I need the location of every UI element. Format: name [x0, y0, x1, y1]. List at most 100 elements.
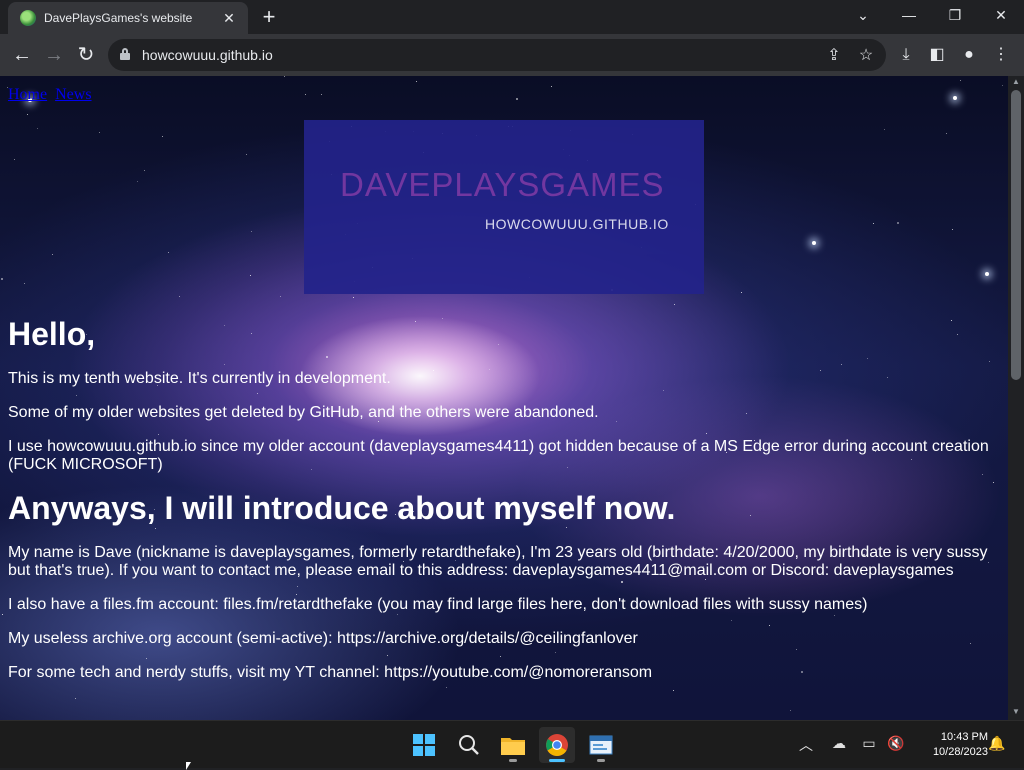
star-dot [960, 80, 961, 81]
scroll-up-icon[interactable]: ▲ [1008, 76, 1024, 88]
lock-icon[interactable] [120, 48, 130, 60]
history-paragraph: Some of my older websites get deleted by… [8, 404, 599, 421]
intro-paragraph: This is my tenth website. It's currently… [8, 370, 391, 387]
site-favicon-icon [20, 10, 36, 26]
back-button[interactable]: ← [10, 43, 34, 67]
star-dot [52, 254, 53, 255]
page-scrollbar[interactable]: ▲ ▼ [1008, 76, 1024, 720]
notepad-icon [589, 735, 613, 755]
star-dot [2, 614, 3, 615]
star-dot [321, 94, 322, 95]
account-paragraph: I use howcowuuu.github.io since my older… [8, 438, 989, 473]
archive-paragraph: My useless archive.org account (semi-act… [8, 630, 638, 647]
address-bar[interactable]: howcowuuu.github.io ⇪ ☆ [108, 39, 886, 71]
share-icon[interactable]: ⇪ [824, 45, 844, 65]
star-dot [137, 181, 138, 182]
star-dot [284, 76, 285, 77]
greeting-heading: Hello, [8, 316, 96, 352]
youtube-paragraph: For some tech and nerdy stuffs, visit my… [8, 664, 653, 681]
star-dot [144, 170, 145, 171]
star-dot [280, 296, 281, 297]
star-dot [741, 292, 742, 293]
site-banner-image: DAVEPLAYSGAMES HOWCOWUUU.GITHUB.IO [304, 120, 704, 294]
menu-kebab-icon[interactable]: ⋮ [990, 44, 1012, 66]
windows-start-icon [413, 734, 435, 756]
tab-search-dropdown-icon[interactable]: ⌄ [840, 0, 886, 30]
clock-time: 10:43 PM [940, 731, 988, 743]
star-dot [251, 231, 252, 232]
star-dot [168, 252, 169, 253]
star-dot [551, 86, 552, 87]
tab-title: DavePlaysGames's website [44, 11, 193, 25]
tab-close-icon[interactable]: ✕ [220, 10, 238, 27]
mouse-cursor-icon [186, 762, 191, 770]
new-tab-button[interactable]: + [258, 6, 280, 28]
url-text[interactable]: howcowuuu.github.io [142, 47, 273, 63]
running-indicator [597, 759, 605, 762]
browser-toolbar: ← → ↻ howcowuuu.github.io ⇪ ☆ ⤓ ◧ ● ⋮ [0, 34, 1024, 76]
forward-button[interactable]: → [42, 43, 66, 67]
network-icon[interactable]: ▭ [859, 735, 879, 752]
browser-tab[interactable]: DavePlaysGames's website ✕ [8, 2, 248, 34]
star-dot [873, 223, 874, 224]
taskbar: ︿ ☁ ▭ 🔇 10:43 PM 10/28/2023 🔔 [0, 720, 1024, 768]
filesfm-paragraph: I also have a files.fm account: files.fm… [8, 596, 868, 613]
star-dot [946, 133, 947, 134]
running-indicator [509, 759, 517, 762]
volume-muted-icon[interactable]: 🔇 [886, 735, 906, 752]
star-dot [246, 154, 247, 155]
star-dot [884, 129, 885, 130]
bright-star [985, 272, 989, 276]
star-dot [416, 81, 417, 82]
notepad-button[interactable] [583, 727, 619, 763]
star-dot [353, 297, 354, 298]
star-dot [305, 94, 306, 95]
tab-strip: DavePlaysGames's website ✕ + ⌄ — ❐ ✕ [0, 0, 1024, 34]
side-panel-icon[interactable]: ◧ [926, 44, 948, 66]
about-heading: Anyways, I will introduce about myself n… [8, 490, 676, 526]
restore-button[interactable]: ❐ [932, 0, 978, 30]
show-hidden-icons-chevron-icon[interactable]: ︿ [796, 735, 816, 755]
banner-title: DAVEPLAYSGAMES [340, 166, 665, 203]
bright-star [812, 241, 816, 245]
bookmark-star-icon[interactable]: ☆ [856, 45, 876, 65]
star-dot [14, 159, 15, 160]
bio-paragraph: My name is Dave (nickname is daveplaysga… [8, 544, 988, 579]
reload-button[interactable]: ↻ [74, 43, 98, 67]
star-dot [790, 710, 791, 711]
star-dot [162, 136, 163, 137]
bright-star [953, 96, 957, 100]
system-clock[interactable]: 10:43 PM 10/28/2023 [916, 730, 988, 760]
star-dot [24, 283, 25, 284]
minimize-button[interactable]: — [886, 0, 932, 30]
star-dot [179, 296, 180, 297]
chrome-icon [546, 734, 568, 756]
star-dot [952, 229, 953, 230]
site-nav: Home News [8, 86, 96, 104]
star-dot [250, 275, 251, 276]
star-dot [99, 132, 100, 133]
main-content: Hello, This is my tenth website. It's cu… [8, 304, 998, 698]
star-dot [1002, 85, 1003, 86]
page-viewport: Home News DAVEPLAYSGAMES HOWCOWUUU.GITHU… [0, 76, 1008, 720]
search-button[interactable] [451, 727, 487, 763]
profile-icon[interactable]: ● [958, 44, 980, 66]
star-dot [37, 128, 38, 129]
chrome-button[interactable] [539, 727, 575, 763]
banner-subtitle: HOWCOWUUU.GITHUB.IO [485, 216, 669, 232]
notification-bell-icon[interactable]: 🔔 [987, 735, 1007, 752]
download-icon[interactable]: ⤓ [895, 44, 917, 66]
nav-link-home[interactable]: Home [8, 86, 47, 103]
star-dot [897, 222, 899, 224]
file-explorer-button[interactable] [495, 727, 531, 763]
star-dot [516, 98, 518, 100]
onedrive-icon[interactable]: ☁ [829, 735, 849, 752]
scroll-down-icon[interactable]: ▼ [1008, 706, 1024, 718]
nav-link-news[interactable]: News [55, 86, 91, 103]
start-button[interactable] [406, 727, 442, 763]
star-dot [27, 114, 28, 115]
active-indicator [549, 759, 565, 762]
close-window-button[interactable]: ✕ [978, 0, 1024, 30]
scrollbar-thumb[interactable] [1011, 90, 1021, 380]
clock-date: 10/28/2023 [932, 746, 988, 758]
